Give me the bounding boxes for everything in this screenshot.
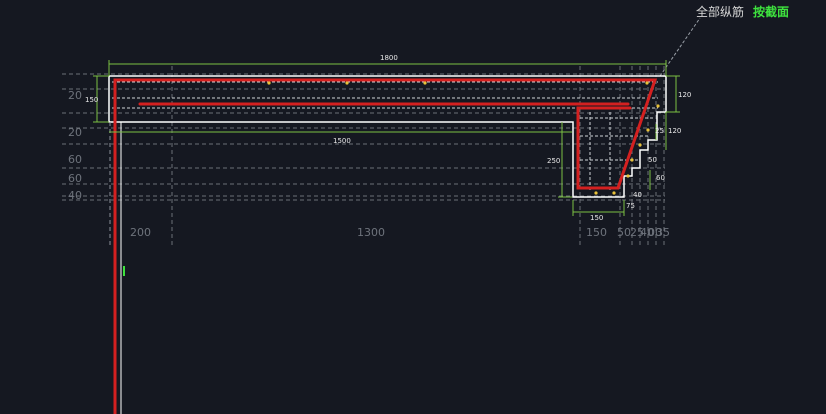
dim-small-40: 40 [633,191,642,199]
rebar-main [113,78,658,414]
bottom-tick-c: 150 [586,226,607,239]
dim-left-height: 150 [85,96,98,104]
dim-step-b: 60 [656,174,665,182]
left-tick-1: 20 [68,89,82,102]
bottom-tick-a: 200 [130,226,151,239]
dim-top-total: 1800 [380,54,398,62]
dim-small-75: 75 [626,202,635,210]
left-tick-5: 40 [68,189,82,202]
bottom-tick-b: 1300 [357,226,385,239]
dim-inner-length: 1500 [333,137,351,145]
bottom-tick-h: 35 [656,226,670,239]
left-tick-2: 20 [68,126,82,139]
left-tick-3: 60 [68,153,82,166]
dim-groove-depth: 250 [547,157,560,165]
reference-grid [62,66,665,245]
left-tick-4: 60 [68,172,82,185]
bottom-tick-d: 50 [617,226,631,239]
dim-right-height: 120 [678,91,691,99]
dim-bottom-width: 150 [590,214,603,222]
dim-right-step-2: 120 [668,127,681,135]
left-leg [109,122,125,414]
dim-step-a: 50 [648,156,657,164]
dimension-lines [93,60,680,216]
dim-right-step-1: 25 [655,127,664,135]
stirrup-lines [112,81,658,192]
cad-canvas[interactable]: 1800 150 1500 120 25 120 250 50 60 150 4… [0,0,826,414]
